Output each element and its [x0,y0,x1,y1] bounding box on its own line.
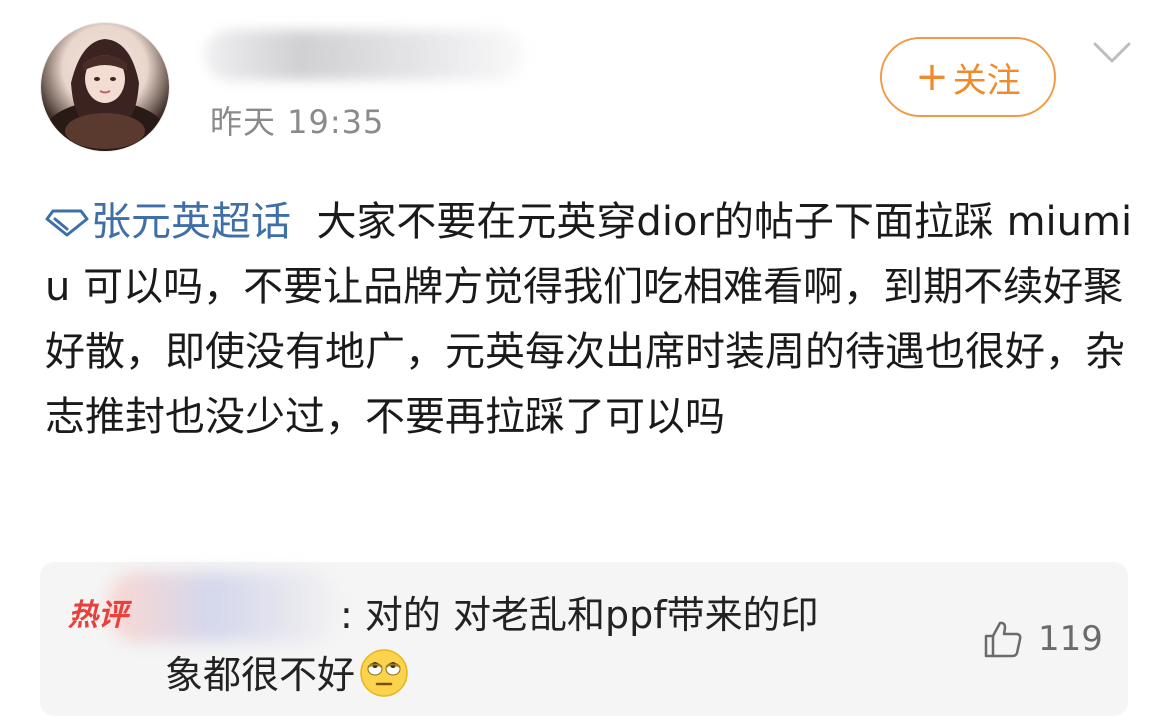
topic-link[interactable]: 张元英超话 [45,199,291,245]
comment-text: : 对的 对老乱和ppf带来的印 象都很不好 [165,585,925,705]
like-button[interactable]: 119 [982,618,1103,660]
like-count: 119 [1038,619,1103,659]
comment-line-2: 象都很不好 [165,653,356,697]
chevron-down-icon[interactable] [1092,40,1132,66]
follow-label: 关注 [952,60,1021,101]
post-body: 张元英超话 大家不要在元英穿dior的帖子下面拉踩 miumiu 可以吗，不要让… [45,190,1135,450]
comment-line-1: : 对的 对老乱和ppf带来的印 [340,593,819,637]
diamond-icon [45,209,89,237]
rolling-eyes-emoji [360,649,408,697]
avatar[interactable] [40,22,170,152]
username-blurred[interactable] [205,30,525,80]
follow-button[interactable]: + 关注 [880,37,1056,117]
plus-icon: + [915,54,949,100]
topic-label: 张元英超话 [91,199,291,245]
post-timestamp: 昨天 19:35 [210,103,385,141]
hot-comment-badge: 热评 [68,598,128,633]
thumbs-up-icon [984,621,1022,658]
